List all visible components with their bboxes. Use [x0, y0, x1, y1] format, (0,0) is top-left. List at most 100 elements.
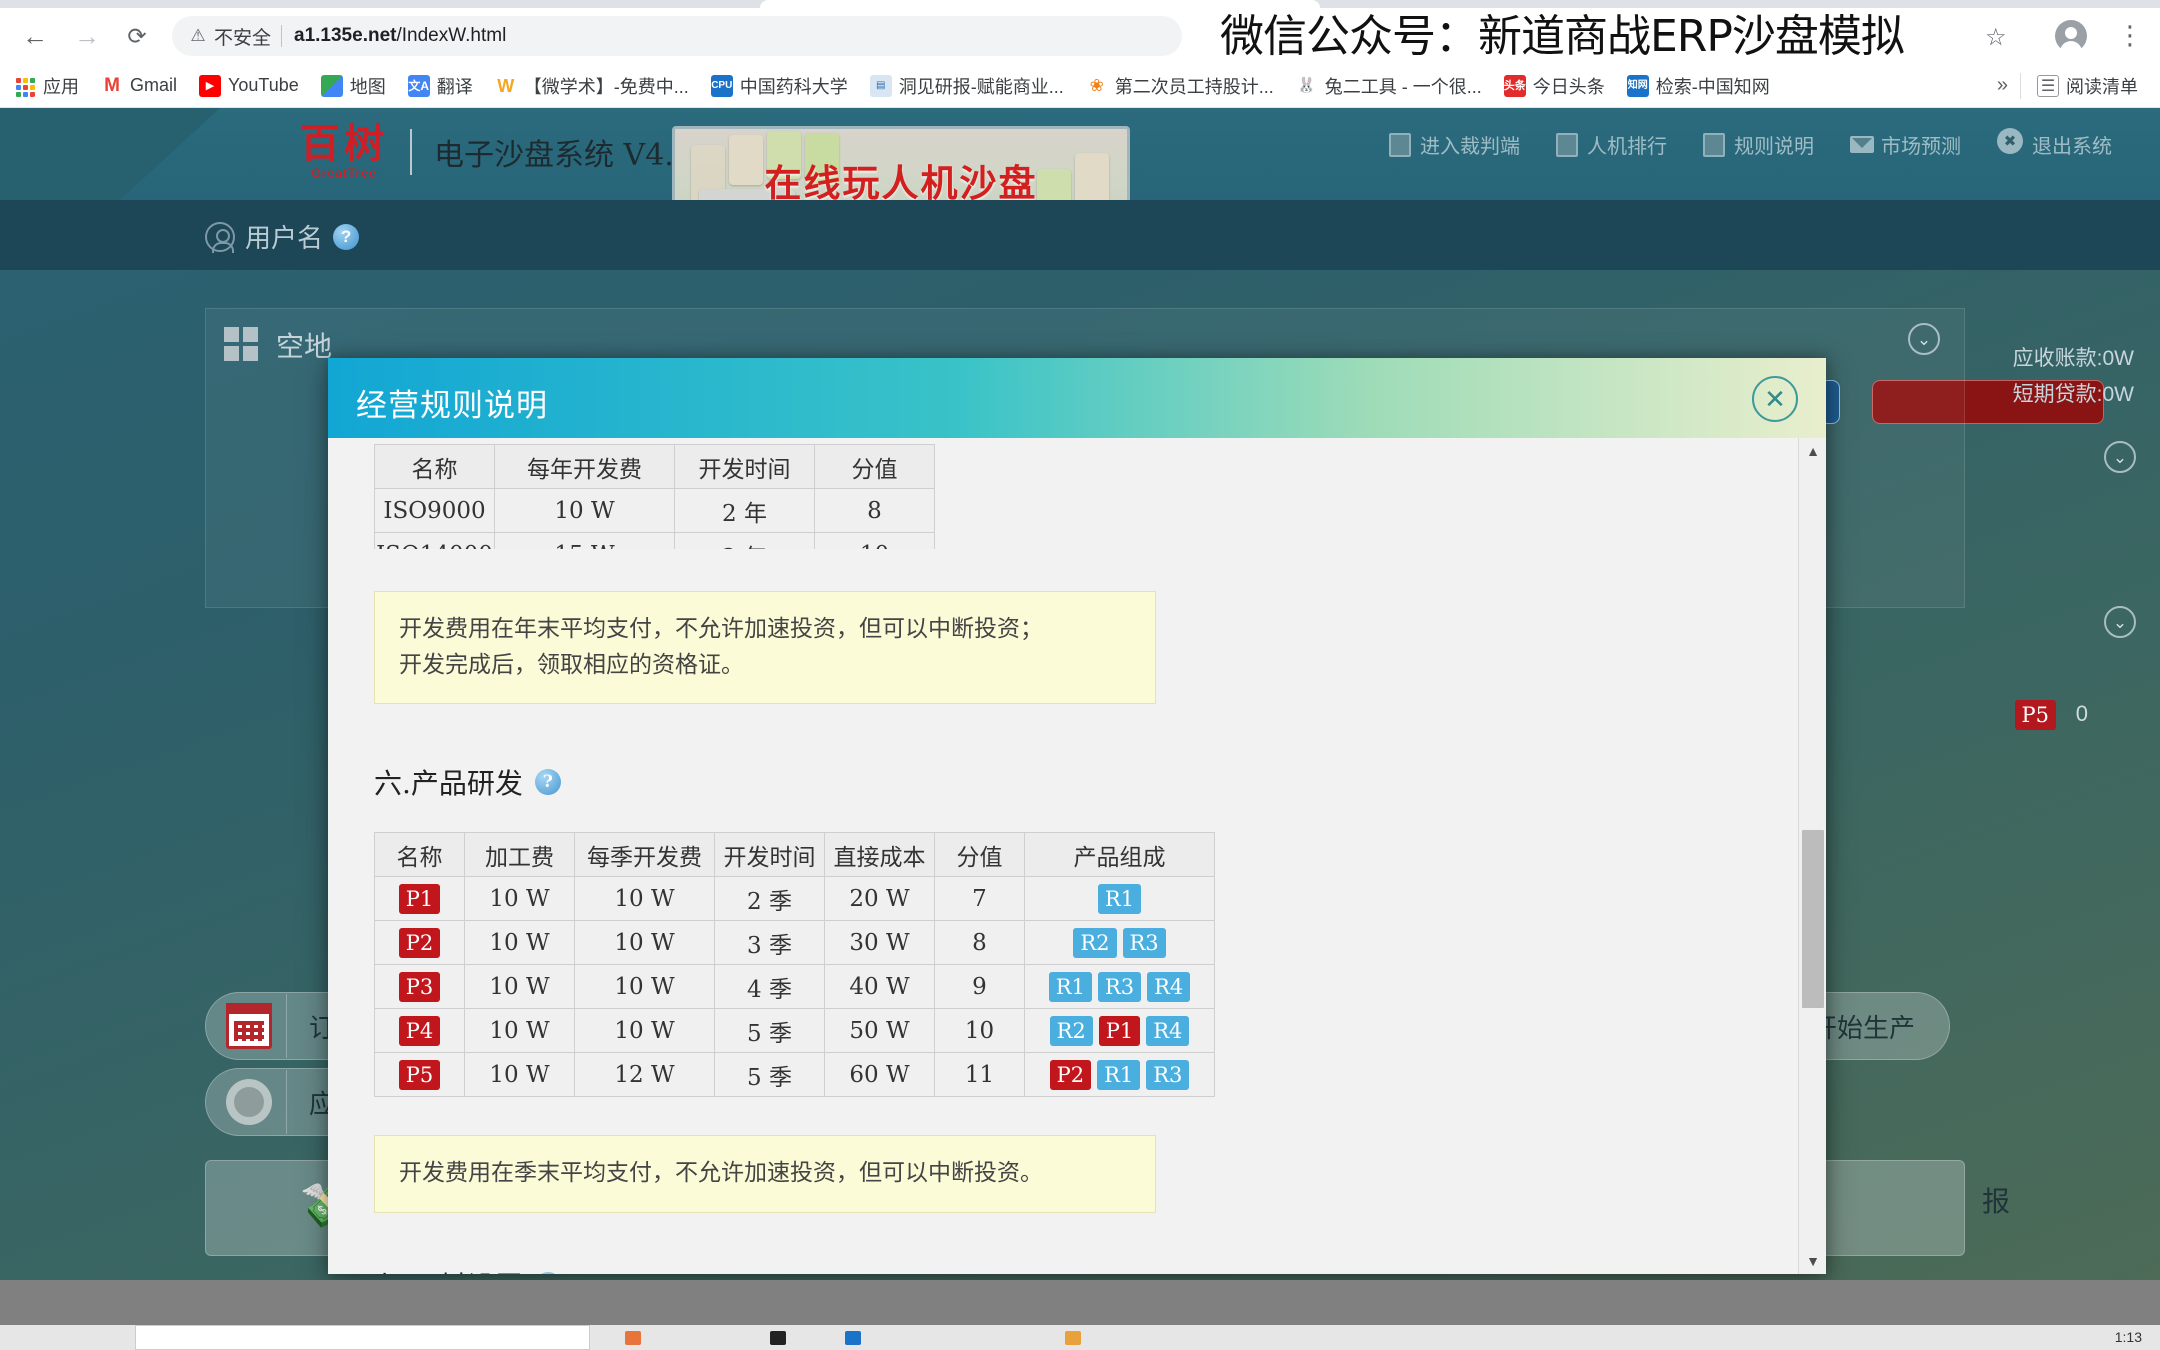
- bookmark-apps[interactable]: 应用: [14, 73, 79, 99]
- col-machining: 加工费: [465, 833, 575, 877]
- taskbar-icon-4[interactable]: [1065, 1331, 1081, 1345]
- taskbar: 1:13: [0, 1325, 2160, 1350]
- watermark-overlay-text: 微信公众号：新道商战ERP沙盘模拟: [1220, 10, 1980, 64]
- reload-icon[interactable]: ⟳: [122, 21, 152, 51]
- table-header-row: 名称 每年开发费 开发时间 分值: [375, 445, 935, 489]
- back-icon[interactable]: ←: [20, 21, 50, 51]
- product-tag: P2: [1050, 1060, 1092, 1090]
- pill-divider: [286, 994, 287, 1058]
- bookmark-label: 今日头条: [1533, 73, 1605, 99]
- resource-tag: R1: [1098, 884, 1141, 914]
- browser-menu-icon[interactable]: ⋮: [2117, 20, 2123, 52]
- bookmarks-overflow-icon[interactable]: »: [1997, 74, 2008, 97]
- help-icon[interactable]: ?: [535, 769, 561, 795]
- profile-avatar-icon[interactable]: [2055, 20, 2087, 52]
- taskbar-icon-1[interactable]: [625, 1331, 641, 1345]
- bookmark-tu-er-tools[interactable]: 🐰 兔二工具 - 一个很...: [1296, 73, 1482, 99]
- table-row: P510 W12 W5 季60 W11P2R1R3: [375, 1053, 1215, 1097]
- iso-score: 10: [815, 533, 935, 550]
- url-path: /IndexW.html: [396, 25, 506, 46]
- bookmark-maps[interactable]: 地图: [321, 73, 386, 99]
- iso-dev-time: 2 年: [675, 533, 815, 550]
- section-6-label: 六.产品研发: [374, 762, 523, 802]
- active-tab[interactable]: [760, 0, 1320, 8]
- nav-item-market-forecast[interactable]: 市场预测: [1850, 130, 1961, 159]
- modal-scrollbar[interactable]: ▲ ▼: [1798, 438, 1826, 1274]
- product-note-box: 开发费用在季末平均支付，不允许加速投资，但可以中断投资。: [374, 1135, 1156, 1213]
- chevron-down-icon[interactable]: ⌄: [1908, 323, 1940, 355]
- user-chip[interactable]: 用户名 ?: [205, 218, 359, 255]
- table-row: ISO9000 10 W 2 年 8: [375, 489, 935, 533]
- product-tag: P5: [399, 1060, 441, 1090]
- logo-text-cn: 百树: [300, 124, 388, 164]
- product-table-body: P110 W10 W2 季20 W7R1P210 W10 W3 季30 W8R2…: [375, 877, 1215, 1097]
- logo-text-en: GreatTree: [300, 166, 388, 180]
- section-7-label: 七.原料设置: [374, 1265, 523, 1274]
- taskbar-search-box[interactable]: [135, 1325, 590, 1350]
- bookmark-weixueshu[interactable]: W 【微学术】-免费中...: [495, 73, 689, 99]
- promo-banner[interactable]: 在线玩人机沙盘 在线云帐号自动分发无忧上手: [672, 126, 1130, 200]
- bookmark-toutiao[interactable]: 头条 今日头条: [1504, 73, 1605, 99]
- bookmark-stock-plan[interactable]: ❀ 第二次员工持股计...: [1086, 73, 1274, 99]
- machining-cost-cell: 10 W: [465, 1009, 575, 1053]
- nav-item-judge[interactable]: 进入裁判端: [1389, 130, 1520, 159]
- bookmarks-bar: 应用 M Gmail ▶ YouTube 地图 文A 翻译 W 【微学术】-免费…: [0, 64, 2160, 108]
- table-row: P110 W10 W2 季20 W7R1: [375, 877, 1215, 921]
- iso-note-box: 开发费用在年末平均支付，不允许加速投资，但可以中断投资； 开发完成后，领取相应的…: [374, 591, 1156, 704]
- logo-divider: [410, 129, 412, 175]
- scrollbar-thumb[interactable]: [1802, 830, 1824, 1008]
- bookmark-dongjian[interactable]: ▤ 洞见研报-赋能商业...: [870, 73, 1064, 99]
- product-chip-p5: P5: [2015, 700, 2057, 730]
- help-icon[interactable]: ?: [333, 224, 359, 250]
- resource-tag: R3: [1146, 1060, 1189, 1090]
- composition-cell: R1: [1025, 877, 1215, 921]
- resource-tag: R2: [1073, 928, 1116, 958]
- bookmark-translate[interactable]: 文A 翻译: [408, 73, 473, 99]
- dev-time-cell: 2 季: [715, 877, 825, 921]
- reading-list-button[interactable]: ☰ 阅读清单: [2037, 73, 2138, 99]
- chevron-down-icon[interactable]: ⌄: [2104, 606, 2136, 638]
- stat-short-loan: 短期贷款:0W: [2013, 378, 2134, 408]
- forward-icon[interactable]: →: [72, 21, 102, 51]
- product-tag: P2: [399, 928, 441, 958]
- user-bar: 用户名 ?: [0, 200, 2160, 270]
- user-avatar-icon: [205, 222, 235, 252]
- bookmark-gmail[interactable]: M Gmail: [101, 75, 177, 97]
- taskbar-icon-2[interactable]: [770, 1331, 786, 1345]
- w-icon: W: [495, 75, 517, 97]
- resource-tag: R1: [1097, 1060, 1140, 1090]
- chevron-down-icon[interactable]: ⌄: [2104, 441, 2136, 473]
- tab-strip: [0, 0, 2160, 8]
- dev-cost-cell: 10 W: [575, 921, 715, 965]
- bookmark-cpu[interactable]: CPU 中国药科大学: [711, 73, 848, 99]
- table-header-row: 名称 加工费 每季开发费 开发时间 直接成本 分值 产品组成: [375, 833, 1215, 877]
- pill-divider: [286, 1070, 287, 1134]
- nav-label: 人机排行: [1587, 130, 1667, 159]
- close-icon[interactable]: ✕: [1752, 376, 1798, 422]
- direct-cost-cell: 50 W: [825, 1009, 935, 1053]
- scroll-down-icon[interactable]: ▼: [1799, 1248, 1826, 1274]
- stat-receivable: 应收账款:0W: [2013, 342, 2134, 372]
- resource-tag: R2: [1050, 1016, 1093, 1046]
- bookmark-star-icon[interactable]: ☆: [1985, 23, 2007, 52]
- scroll-up-icon[interactable]: ▲: [1799, 438, 1826, 464]
- nav-item-logout[interactable]: 退出系统: [1997, 130, 2112, 159]
- product-tag: P4: [399, 1016, 441, 1046]
- browser-chrome: ← → ⟳ ⚠ 不安全 a1.135e.net/IndexW.html 微信公众…: [0, 0, 2160, 108]
- help-icon[interactable]: ?: [535, 1272, 561, 1274]
- bookmark-label: 【微学术】-免费中...: [524, 73, 689, 99]
- address-bar[interactable]: ⚠ 不安全 a1.135e.net/IndexW.html: [172, 16, 1182, 56]
- dev-time-cell: 3 季: [715, 921, 825, 965]
- nav-item-ranking[interactable]: 人机排行: [1556, 130, 1667, 159]
- bookmark-youtube[interactable]: ▶ YouTube: [199, 75, 299, 97]
- taskbar-icon-3[interactable]: [845, 1331, 861, 1345]
- table-row: ISO14000 15 W 2 年 10: [375, 533, 935, 550]
- nav-item-rules[interactable]: 规则说明: [1703, 130, 1814, 159]
- calendar-icon: [226, 1003, 272, 1049]
- not-secure-warning-icon: ⚠: [188, 27, 208, 45]
- iso-dev-cost: 15 W: [495, 533, 675, 550]
- rules-modal: 经营规则说明 ✕ 名称 每年开发费 开发时间 分值: [328, 358, 1826, 1274]
- security-label: 不安全: [214, 23, 271, 50]
- product-name-cell: P1: [375, 877, 465, 921]
- bookmark-cnki[interactable]: 知网 检索-中国知网: [1627, 73, 1770, 99]
